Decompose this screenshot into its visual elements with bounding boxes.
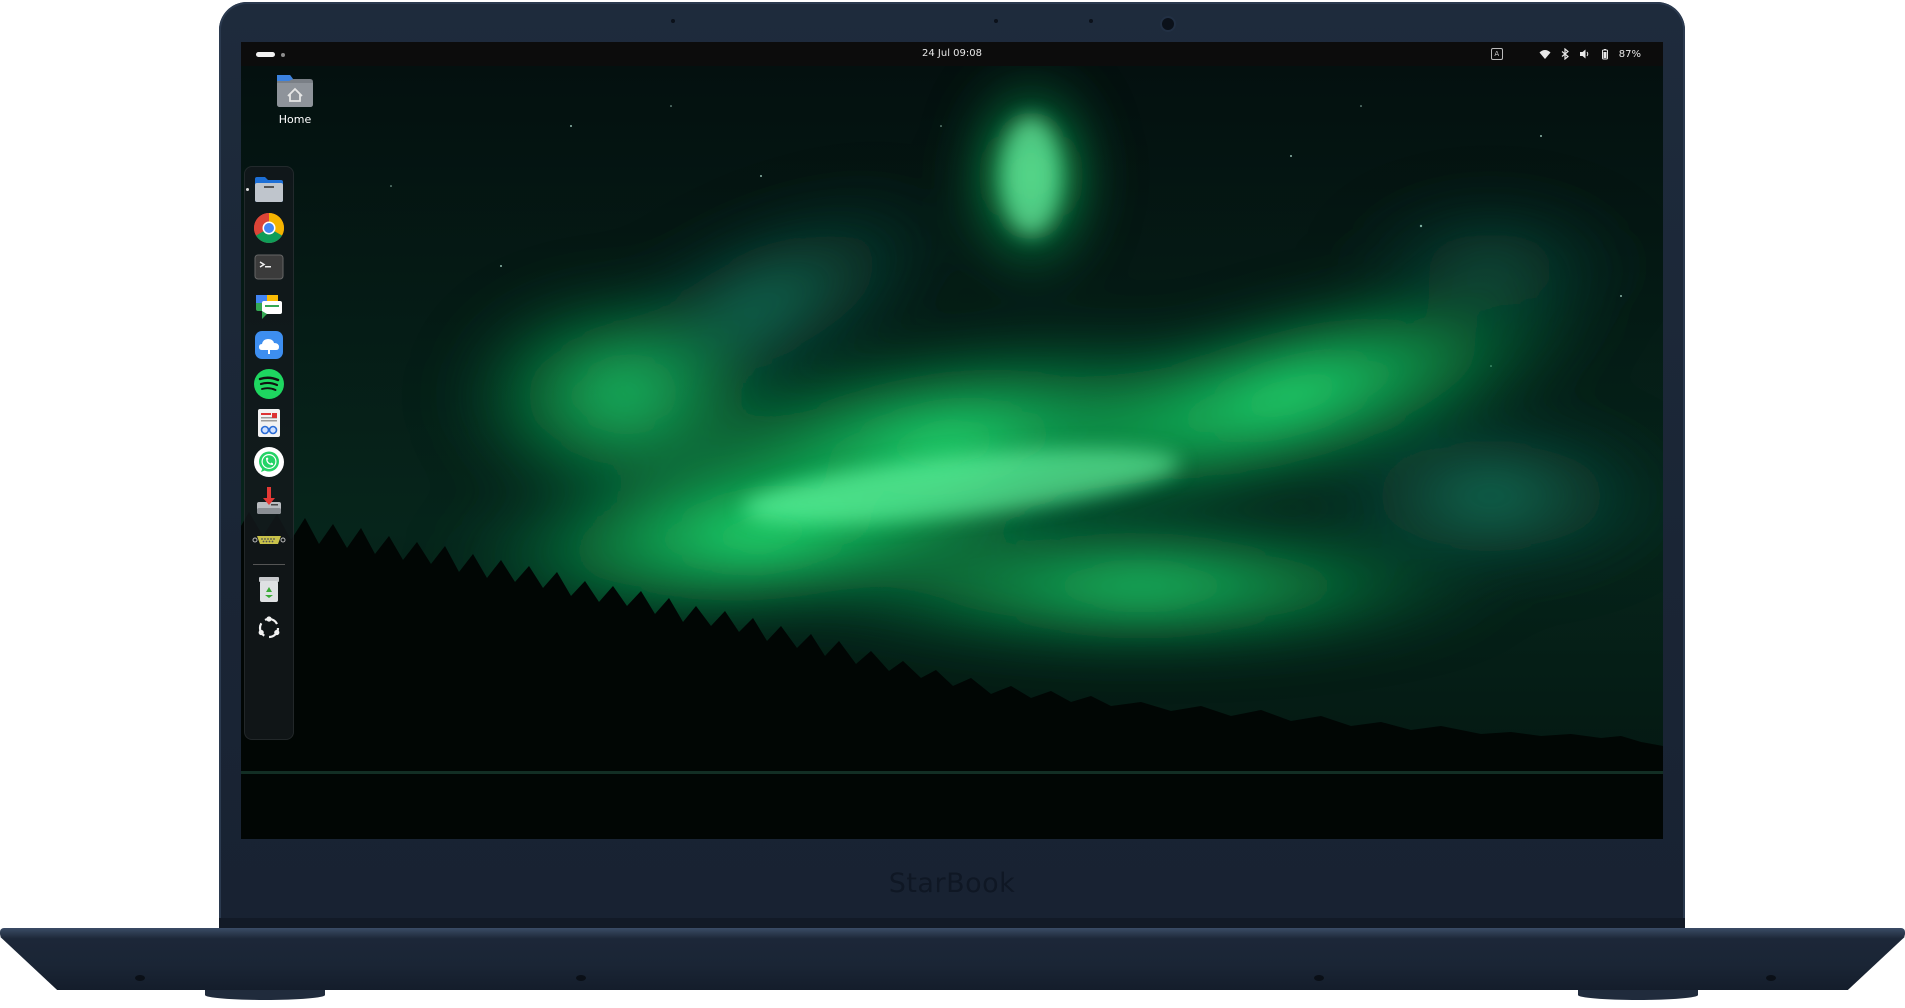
chat-icon xyxy=(256,295,282,319)
serial-port-icon xyxy=(252,536,286,544)
rubber-foot xyxy=(1766,975,1776,981)
dock-files[interactable] xyxy=(251,171,287,207)
system-tray[interactable]: A 87% xyxy=(1490,46,1641,62)
trash-icon xyxy=(259,577,279,602)
sensor-dot xyxy=(994,19,998,23)
dock-trash[interactable] xyxy=(251,571,287,607)
sensor-dot xyxy=(1089,19,1093,23)
webcam xyxy=(1162,18,1174,30)
volume-icon[interactable] xyxy=(1579,48,1591,60)
battery-icon[interactable] xyxy=(1599,48,1611,60)
dock-installer[interactable] xyxy=(251,483,287,519)
running-indicator xyxy=(246,188,249,191)
base-support xyxy=(1578,990,1698,1000)
cloud-icon xyxy=(255,331,283,359)
keyboard-layout-indicator[interactable]: A xyxy=(1490,48,1503,60)
spotify-icon xyxy=(254,369,284,399)
screen: 24 Jul 09:08 A 87% Home xyxy=(241,42,1663,839)
rubber-foot xyxy=(135,975,145,981)
brand-logo: StarBook xyxy=(888,868,1016,899)
dock-cloud[interactable] xyxy=(251,327,287,363)
dock-document-viewer[interactable] xyxy=(251,405,287,441)
desktop-home-label: Home xyxy=(278,113,312,126)
dock-chrome[interactable] xyxy=(251,210,287,246)
desktop-home-icon[interactable]: Home xyxy=(266,72,324,126)
dock-chat[interactable] xyxy=(251,288,287,324)
whatsapp-icon xyxy=(254,447,284,477)
clock[interactable]: 24 Jul 09:08 xyxy=(241,48,1663,59)
home-folder-icon xyxy=(275,72,315,108)
files-icon xyxy=(255,177,283,202)
top-panel: 24 Jul 09:08 A 87% xyxy=(241,42,1663,66)
terminal-icon xyxy=(254,254,284,280)
dock-serial-port[interactable] xyxy=(251,522,287,558)
chrome-icon xyxy=(253,213,285,244)
dock-spotify[interactable] xyxy=(251,366,287,402)
dock-show-apps[interactable] xyxy=(251,610,287,646)
dock-separator xyxy=(253,564,285,565)
dock xyxy=(244,166,294,740)
bluetooth-icon[interactable] xyxy=(1559,47,1571,61)
rubber-foot xyxy=(576,975,586,981)
base-support xyxy=(205,990,325,1000)
battery-percentage[interactable]: 87% xyxy=(1619,49,1641,60)
aurora-wallpaper xyxy=(241,66,1663,839)
dock-whatsapp[interactable] xyxy=(251,444,287,480)
sensor-dot xyxy=(671,19,675,23)
laptop-base-edge xyxy=(0,928,1905,938)
document-viewer-icon xyxy=(258,409,280,437)
dock-terminal[interactable] xyxy=(251,249,287,285)
app-grid-icon xyxy=(258,616,280,639)
rubber-foot xyxy=(1314,975,1324,981)
wifi-icon[interactable] xyxy=(1539,48,1551,60)
installer-icon xyxy=(257,487,281,514)
